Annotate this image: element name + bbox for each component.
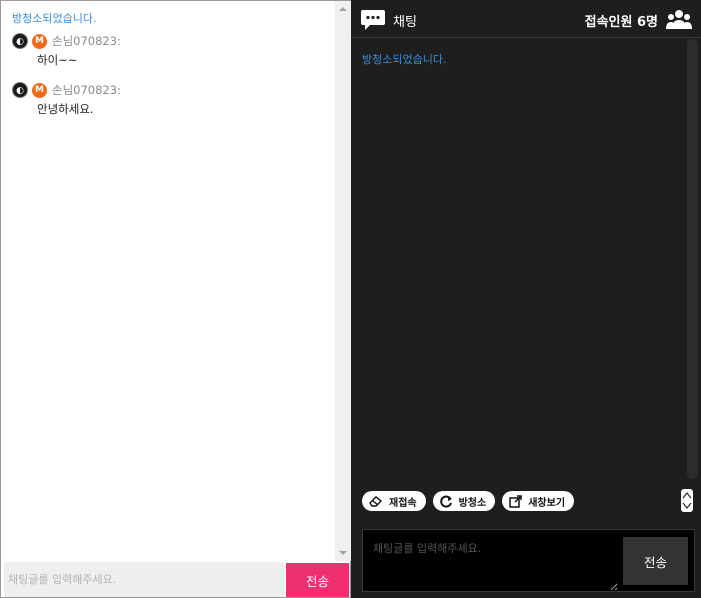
up-down-arrows-icon bbox=[682, 491, 692, 510]
chat-meta: ◐ M 손님070823: bbox=[12, 80, 335, 100]
right-input-box: 전송 bbox=[362, 529, 695, 592]
left-message-list: 방청소되었습니다. ◐ M 손님070823: 하이~~ ◐ M 손님07082… bbox=[1, 1, 335, 561]
scroll-toggle-button[interactable] bbox=[681, 489, 693, 512]
level-badge-icon: M bbox=[32, 33, 47, 49]
eraser-icon bbox=[369, 496, 383, 507]
chat-text: 하이~~ bbox=[37, 53, 78, 67]
chat-message: ◐ M 손님070823: 안녕하세요. bbox=[12, 80, 335, 118]
refresh-icon bbox=[439, 495, 452, 507]
level-badge-icon: M bbox=[32, 82, 47, 98]
chat-message: ◐ M 손님070823: 하이~~ bbox=[12, 31, 335, 69]
reconnect-button[interactable]: 재접속 bbox=[362, 491, 426, 511]
scroll-down-arrow-icon[interactable] bbox=[339, 551, 347, 555]
chat-text: 안녕하세요. bbox=[37, 102, 94, 116]
chat-username[interactable]: 손님070823: bbox=[52, 82, 121, 98]
right-scrollbar[interactable] bbox=[687, 39, 698, 479]
right-chat-panel: 채팅 접속인원 6명 방청소되었습니다. 재접속 방청소 새창보기 채팅글를 입… bbox=[351, 0, 701, 598]
chat-username[interactable]: 손님070823: bbox=[52, 33, 121, 49]
left-chat-panel: 방청소되었습니다. ◐ M 손님070823: 하이~~ ◐ M 손님07082… bbox=[0, 0, 351, 598]
new-window-button[interactable]: 새창보기 bbox=[502, 491, 575, 511]
chat-header: 채팅 접속인원 6명 bbox=[351, 0, 701, 38]
left-chat-input[interactable] bbox=[4, 562, 285, 597]
left-send-button[interactable]: 전송 bbox=[286, 563, 349, 597]
external-window-icon bbox=[509, 494, 522, 508]
right-send-button[interactable]: 전송 bbox=[623, 537, 688, 585]
users-icon[interactable] bbox=[666, 9, 692, 31]
system-message: 방청소되었습니다. bbox=[12, 12, 97, 25]
chat-bubble-icon bbox=[361, 10, 385, 30]
clear-room-button[interactable]: 방청소 bbox=[432, 491, 496, 511]
system-message: 방청소되었습니다. bbox=[362, 53, 447, 66]
left-scrollbar[interactable] bbox=[335, 1, 351, 561]
chat-tools: 재접속 방청소 새창보기 bbox=[362, 491, 581, 511]
reconnect-label: 재접속 bbox=[389, 497, 417, 509]
right-message-list: 방청소되었습니다. bbox=[351, 39, 686, 479]
new-window-label: 새창보기 bbox=[528, 497, 566, 509]
chat-meta: ◐ M 손님070823: bbox=[12, 31, 335, 51]
scroll-up-arrow-icon[interactable] bbox=[339, 7, 347, 11]
mask-avatar-icon: ◐ bbox=[12, 33, 28, 49]
right-chat-input[interactable] bbox=[363, 530, 618, 591]
user-count: 접속인원 6명 bbox=[584, 15, 658, 30]
chat-title: 채팅 bbox=[393, 15, 417, 30]
clear-room-label: 방청소 bbox=[458, 497, 487, 509]
mask-avatar-icon: ◐ bbox=[12, 82, 28, 98]
